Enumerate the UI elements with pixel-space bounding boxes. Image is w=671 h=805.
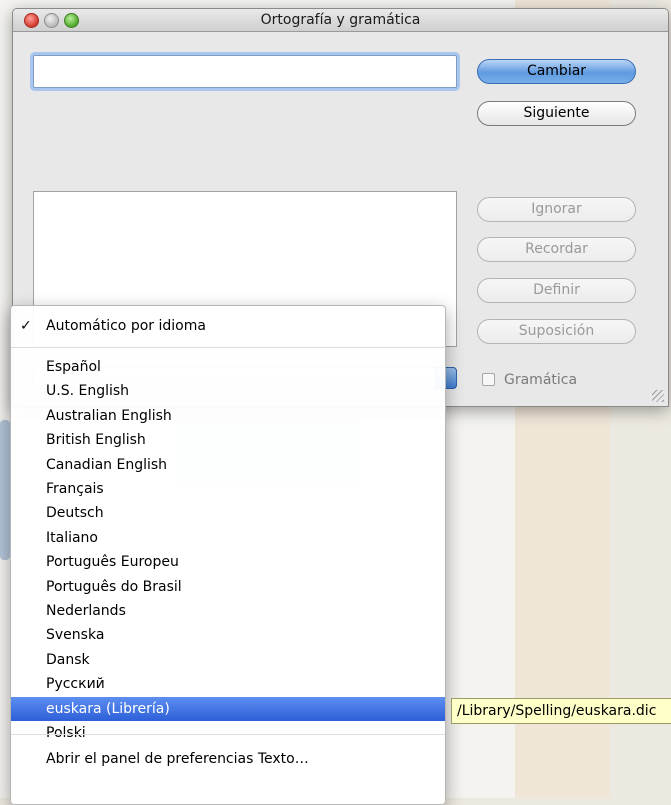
checkmark-icon: ✓: [20, 318, 32, 334]
menu-item-language[interactable]: Deutsch: [11, 501, 445, 525]
guess-button[interactable]: Suposición: [477, 319, 636, 344]
menu-separator: [11, 347, 445, 348]
menu-item-label: Dansk: [46, 651, 90, 668]
menu-item-label: Australian English: [46, 407, 172, 424]
menu-item-language[interactable]: Русский: [11, 672, 445, 696]
menu-item-label: Русский: [46, 676, 105, 693]
menu-item-label: Canadian English: [46, 456, 168, 473]
language-menu: ✓ Automático por idioma Español U.S. Engl…: [10, 305, 446, 805]
menu-item-language[interactable]: Australian English: [11, 404, 445, 428]
menu-item-label: Português do Brasil: [46, 578, 182, 595]
title-bar[interactable]: Ortografía y gramática: [13, 9, 668, 32]
menu-item-label: Español: [46, 359, 101, 375]
menu-item-language[interactable]: Polski: [11, 721, 445, 745]
grammar-checkbox[interactable]: [482, 373, 495, 386]
path-tooltip: /Library/Spelling/euskara.dic: [451, 698, 671, 724]
menu-item-label: Svenska: [46, 627, 105, 644]
menu-item-language[interactable]: Português Europeu: [11, 550, 445, 574]
menu-item-label: Abrir el panel de preferencias Texto…: [46, 751, 309, 767]
menu-item-label: British English: [46, 432, 146, 449]
menu-item-language[interactable]: Svenska: [11, 623, 445, 647]
change-button[interactable]: Cambiar: [477, 59, 636, 84]
grammar-label: Gramática: [504, 372, 578, 388]
menu-item-language[interactable]: Italiano: [11, 526, 445, 550]
menu-item-label: Nederlands: [46, 603, 126, 619]
window-title: Ortografía y gramática: [260, 12, 421, 28]
menu-item-language[interactable]: Português do Brasil: [11, 575, 445, 599]
menu-item-language[interactable]: Canadian English: [11, 453, 445, 477]
menu-item-label: Polski: [46, 725, 86, 741]
learn-button[interactable]: Recordar: [477, 237, 636, 262]
define-button[interactable]: Definir: [477, 278, 636, 303]
next-button[interactable]: Siguiente: [477, 101, 636, 126]
background-edge: [0, 420, 10, 560]
menu-separator: [11, 734, 445, 735]
menu-item-label: euskara (Librería): [46, 700, 170, 717]
menu-item-auto[interactable]: ✓ Automático por idioma: [11, 314, 445, 338]
menu-item-language[interactable]: euskara (Librería): [11, 696, 445, 721]
menu-item-language[interactable]: U.S. English: [11, 379, 445, 403]
menu-item-language[interactable]: Español: [11, 355, 445, 379]
menu-item-language[interactable]: Nederlands: [11, 599, 445, 623]
menu-item-label: Deutsch: [46, 505, 104, 522]
menu-item-label: Français: [46, 481, 104, 497]
menu-item-label: Automático por idioma: [46, 318, 206, 334]
menu-item-label: Português Europeu: [46, 554, 179, 571]
menu-item-label: Italiano: [46, 529, 98, 546]
resize-grip-icon[interactable]: [652, 390, 664, 402]
menu-item-language[interactable]: British English: [11, 428, 445, 452]
ignore-button[interactable]: Ignorar: [477, 197, 636, 222]
misspelled-word-field[interactable]: [33, 55, 457, 88]
menu-item-open-text-prefs[interactable]: Abrir el panel de preferencias Texto…: [11, 747, 445, 771]
menu-item-language[interactable]: Dansk: [11, 648, 445, 672]
menu-item-label: U.S. English: [46, 383, 130, 400]
menu-item-language[interactable]: Français: [11, 477, 445, 501]
